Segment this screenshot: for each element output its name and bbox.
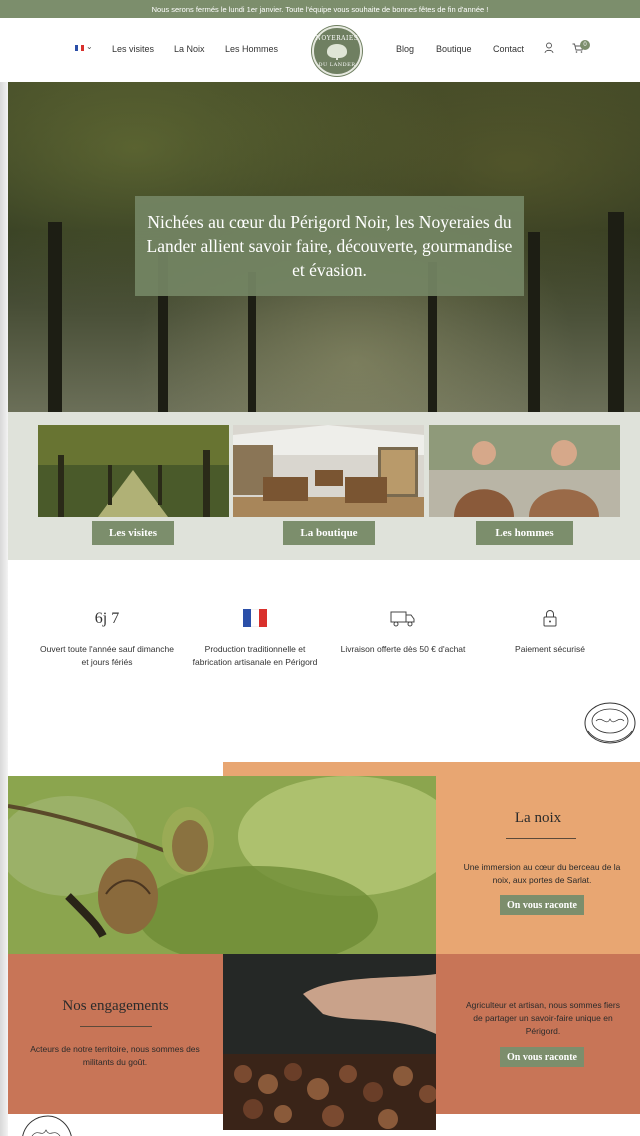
tile-image-hommes[interactable] <box>429 425 620 517</box>
chevron-down-icon[interactable]: ⌄ <box>86 42 93 51</box>
padlock-icon <box>543 610 557 627</box>
french-flag-icon <box>243 609 267 627</box>
noix-text: Une immersion au cœur du berceau de la n… <box>463 862 621 885</box>
noix-divider <box>506 838 576 839</box>
nav-link-visites[interactable]: Les visites <box>112 44 154 54</box>
nav-link-blog[interactable]: Blog <box>396 44 414 54</box>
walnut-tree-photo <box>8 776 436 954</box>
page-edge-shadow <box>0 82 8 1136</box>
nav-link-hommes[interactable]: Les Hommes <box>225 44 278 54</box>
feature-delivery: Livraison offerte dès 50 € d'achat <box>333 605 473 656</box>
feature-opening: 6j 7 Ouvert toute l'année sauf dimanche … <box>37 605 177 669</box>
hero-headline-box: Nichées au cœur du Périgord Noir, les No… <box>135 196 524 296</box>
nav-link-contact[interactable]: Contact <box>493 44 524 54</box>
boutique-button[interactable]: La boutique <box>283 521 375 545</box>
opening-days-label: 6j 7 <box>94 609 120 627</box>
hommes-button[interactable]: Les hommes <box>476 521 573 545</box>
noix-cta-button[interactable]: On vous raconte <box>500 895 584 915</box>
feature-payment: Paiement sécurisé <box>480 605 620 656</box>
nav-link-noix[interactable]: La Noix <box>174 44 205 54</box>
agriculteur-cta-button[interactable]: On vous raconte <box>500 1047 584 1067</box>
tile-image-visites[interactable] <box>38 425 229 517</box>
announcement-bar: Nous serons fermés le lundi 1er janvier.… <box>0 0 640 18</box>
feature-production: Production traditionnelle et fabrication… <box>185 605 325 669</box>
logo-text-bottom: DU LANDER <box>318 61 356 68</box>
engagements-title: Nos engagements <box>62 998 169 1014</box>
walnut-illustration-icon <box>584 702 636 744</box>
engagements-divider <box>80 1026 152 1027</box>
visites-button[interactable]: Les visites <box>92 521 174 545</box>
main-navigation: ⌄ Les visites La Noix Les Hommes NOYERAI… <box>0 18 640 82</box>
walnut-sorting-photo <box>223 954 436 1130</box>
feature-delivery-text: Livraison offerte dès 50 € d'achat <box>340 644 466 654</box>
announcement-text: Nous serons fermés le lundi 1er janvier.… <box>151 4 489 14</box>
agriculteur-text: Agriculteur et artisan, nous sommes fier… <box>465 1000 620 1036</box>
feature-production-text: Production traditionnelle et fabrication… <box>192 644 318 667</box>
cart-count-badge: 0 <box>580 40 590 50</box>
feature-opening-text: Ouvert toute l'année sauf dimanche et jo… <box>40 644 174 667</box>
walnut-illustration-icon <box>22 1115 72 1136</box>
nav-link-boutique[interactable]: Boutique <box>436 44 472 54</box>
tile-image-boutique[interactable] <box>233 425 424 517</box>
french-flag-icon[interactable] <box>75 45 84 51</box>
engagements-text: Acteurs de notre territoire, nous sommes… <box>30 1044 200 1067</box>
walnut-tree-icon <box>327 43 347 60</box>
feature-payment-text: Paiement sécurisé <box>515 644 585 654</box>
site-logo[interactable]: NOYERAIES DU LANDER <box>312 26 362 76</box>
delivery-truck-icon <box>390 611 415 627</box>
logo-text-top: NOYERAIES <box>315 34 359 42</box>
user-account-icon[interactable] <box>544 42 554 54</box>
hero-headline: Nichées au cœur du Périgord Noir, les No… <box>146 212 513 280</box>
noix-title: La noix <box>514 810 562 826</box>
